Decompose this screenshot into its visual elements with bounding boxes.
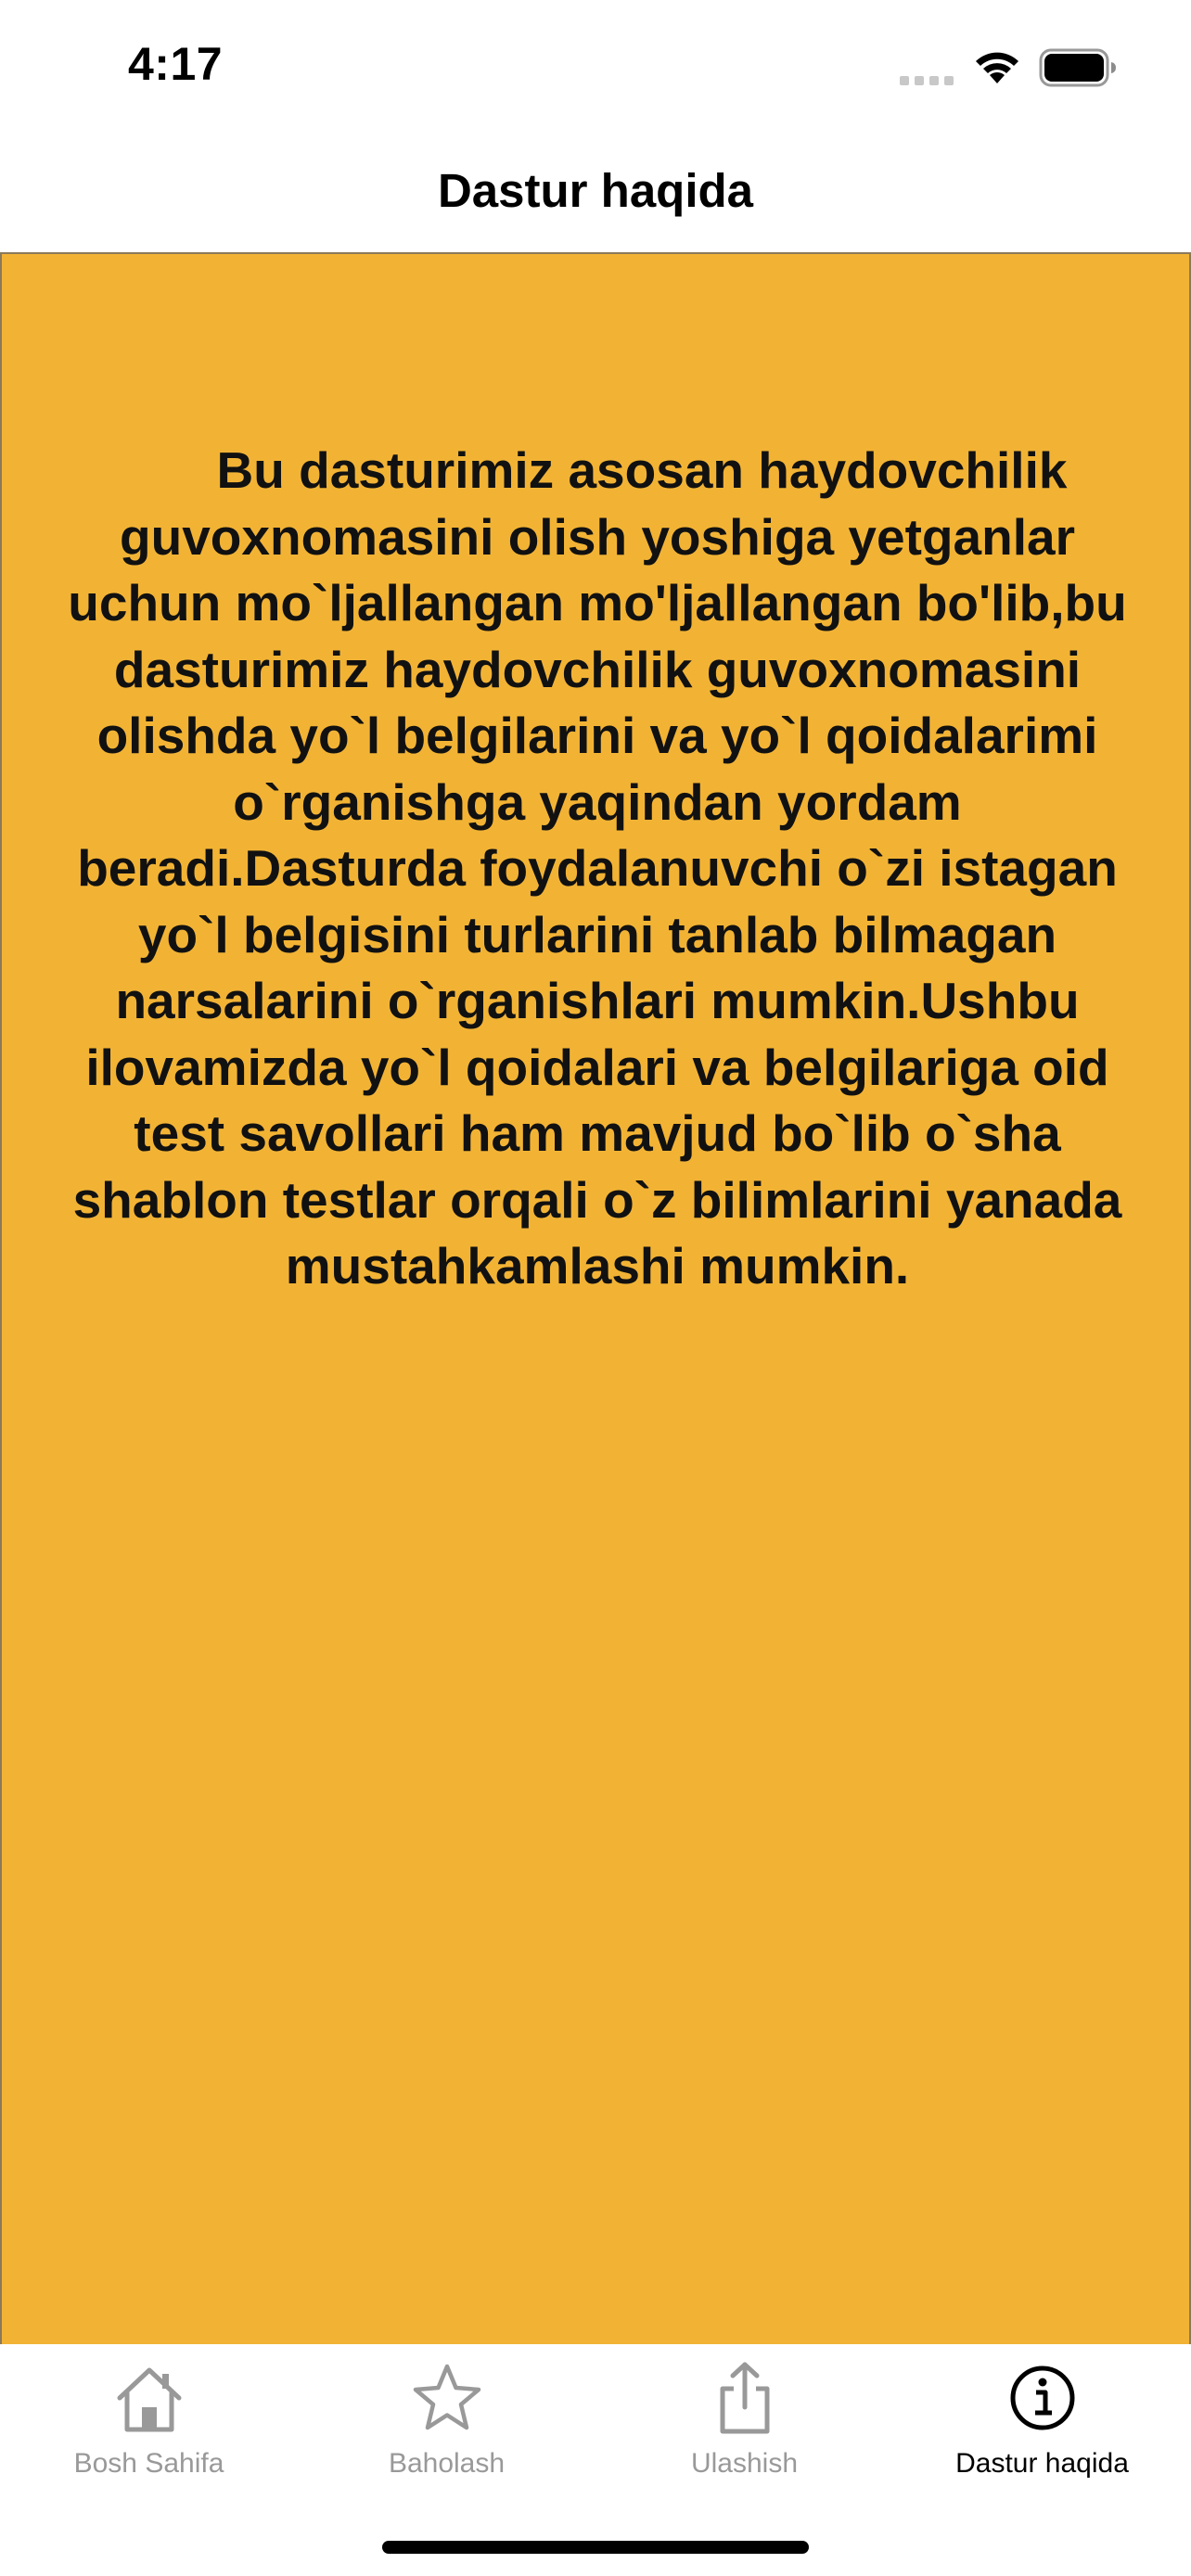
about-content-panel: Bu dasturimiz asosan haydovchilik guvoxn… bbox=[0, 252, 1191, 2344]
status-bar: 4:17 bbox=[0, 0, 1191, 130]
wifi-icon bbox=[976, 52, 1018, 83]
house-icon bbox=[117, 2367, 181, 2432]
tab-share[interactable]: Ulashish bbox=[596, 2344, 893, 2493]
tab-about[interactable]: Dastur haqida bbox=[893, 2344, 1191, 2493]
battery-icon bbox=[1039, 48, 1116, 87]
screen: 4:17 Dastur haqida Bu dasturimiz asosan … bbox=[0, 0, 1191, 2576]
tab-home-label: Bosh Sahifa bbox=[73, 2448, 224, 2479]
tab-rate-label: Baholash bbox=[388, 2448, 506, 2479]
cellular-signal-icon bbox=[900, 76, 954, 85]
about-description-text: Bu dasturimiz asosan haydovchilik guvoxn… bbox=[68, 441, 1127, 1294]
tab-about-label: Dastur haqida bbox=[955, 2448, 1129, 2479]
tab-rate[interactable]: Baholash bbox=[298, 2344, 596, 2493]
share-icon bbox=[720, 2362, 769, 2434]
status-time: 4:17 bbox=[128, 38, 224, 90]
navigation-bar: Dastur haqida bbox=[0, 130, 1191, 252]
star-icon bbox=[413, 2364, 480, 2430]
tab-home[interactable]: Bosh Sahifa bbox=[0, 2344, 298, 2493]
page-title: Dastur haqida bbox=[437, 164, 754, 217]
info-icon bbox=[1010, 2366, 1074, 2430]
home-indicator[interactable] bbox=[382, 2541, 809, 2554]
tab-bar: Bosh Sahifa Baholash Ulashish Dastur haq… bbox=[0, 2344, 1191, 2576]
tab-share-label: Ulashish bbox=[690, 2448, 799, 2479]
